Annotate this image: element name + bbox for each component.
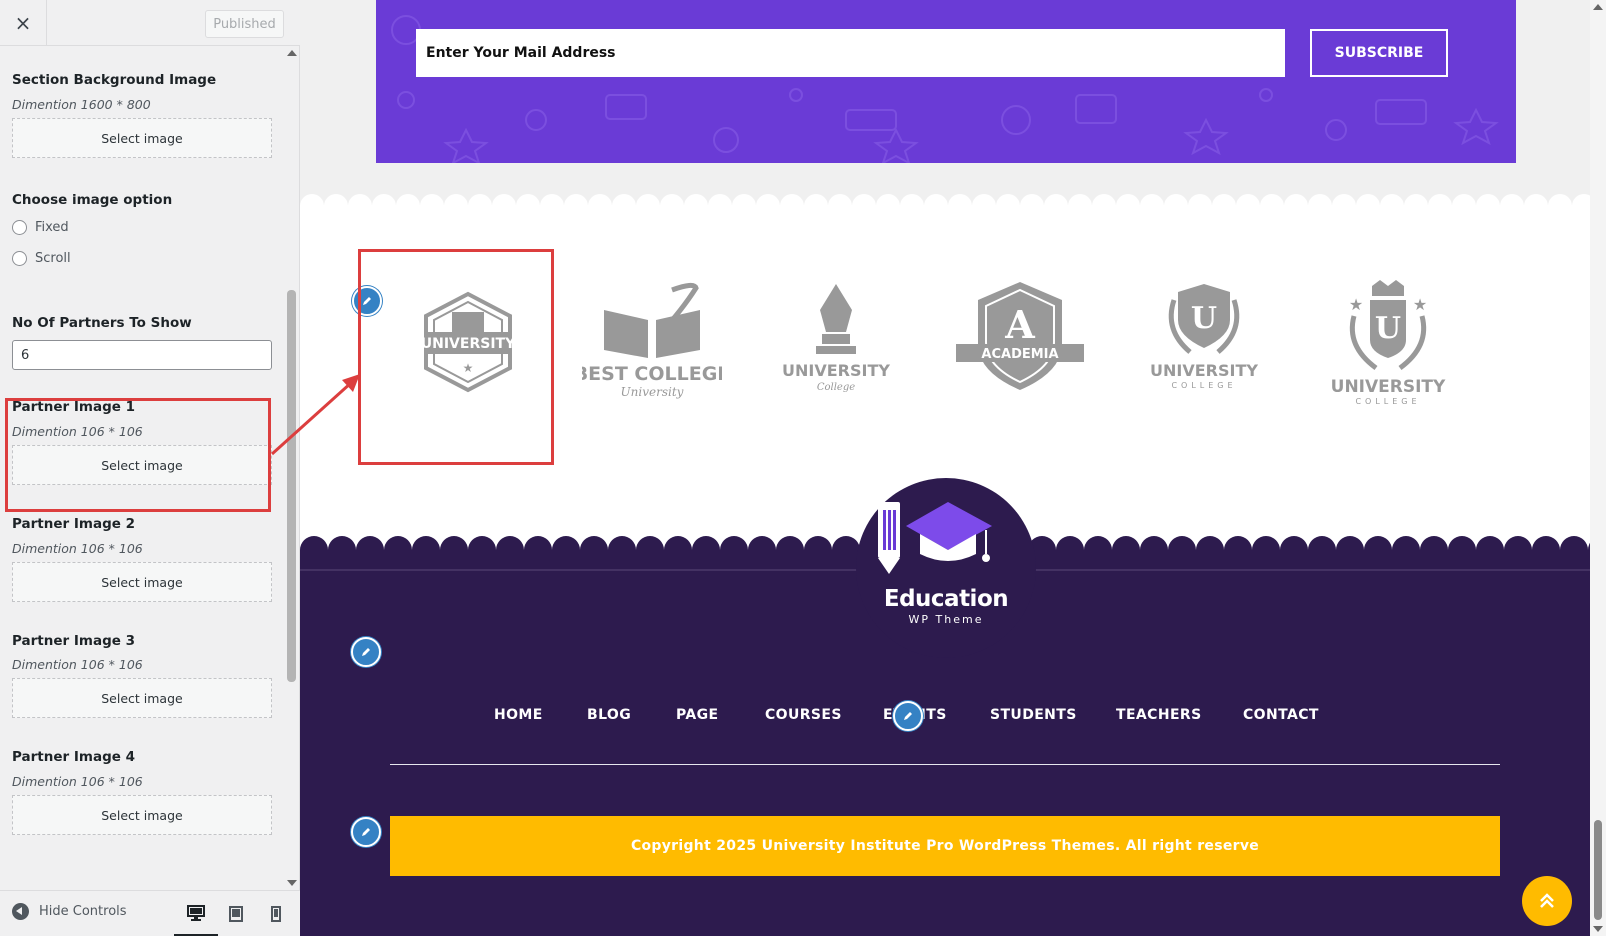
- partners-count-input[interactable]: [12, 340, 272, 370]
- partner-logo-2[interactable]: BEST COLLEGE University: [574, 280, 730, 420]
- radio-circle[interactable]: [12, 220, 27, 235]
- edit-copyright-shortcut[interactable]: [351, 817, 381, 847]
- desktop-preview-button[interactable]: [174, 891, 218, 936]
- scroll-down-arrow-icon[interactable]: [287, 880, 297, 886]
- radio-label: Fixed: [35, 220, 69, 235]
- best-college-book-icon: BEST COLLEGE University: [574, 282, 730, 399]
- svg-text:U: U: [1375, 311, 1401, 346]
- svg-text:A: A: [1004, 302, 1035, 347]
- academia-shield-icon: A ACADEMIA: [956, 282, 1084, 390]
- university-crest-icon: U UNIVERSITY COLLEGE: [1150, 284, 1258, 390]
- sidebar-scrollbar[interactable]: [284, 46, 300, 890]
- newsletter-section: Enter Your Mail Address SUBSCRIBE: [376, 0, 1516, 163]
- scrollbar-thumb[interactable]: [1594, 820, 1602, 920]
- close-customizer-button[interactable]: ×: [0, 0, 47, 46]
- email-input[interactable]: Enter Your Mail Address: [416, 29, 1285, 77]
- partner-logo-4[interactable]: A ACADEMIA: [950, 280, 1090, 420]
- nav-contact[interactable]: CONTACT: [1243, 707, 1319, 723]
- nav-home[interactable]: HOME: [494, 707, 543, 723]
- svg-text:★: ★: [1413, 295, 1427, 314]
- annotation-arrow: [270, 374, 360, 456]
- control-title-partner-4: Partner Image 4: [12, 749, 135, 765]
- footer-nav: HOME BLOG PAGE COURSES EVENTS STUDENTS T…: [300, 707, 1590, 731]
- control-title-partner-3: Partner Image 3: [12, 633, 135, 649]
- scrollbar-thumb[interactable]: [287, 290, 296, 682]
- partner-logo-5[interactable]: U UNIVERSITY COLLEGE: [1134, 280, 1274, 420]
- subscribe-button[interactable]: SUBSCRIBE: [1310, 29, 1448, 77]
- svg-text:U: U: [1191, 301, 1217, 336]
- partner-logo-3[interactable]: UNIVERSITY College: [766, 280, 906, 420]
- mobile-preview-button[interactable]: [254, 891, 298, 936]
- desktop-icon: [187, 904, 205, 921]
- edit-footer-logo-shortcut[interactable]: [351, 637, 381, 667]
- scroll-up-arrow-icon[interactable]: [287, 50, 297, 56]
- tablet-icon: [229, 906, 243, 922]
- edit-footer-menu-shortcut[interactable]: [893, 701, 923, 731]
- partner-logo-6[interactable]: ★ ★ U UNIVERSITY COLLEGE: [1318, 280, 1458, 420]
- partner-2-sub: University: [621, 385, 684, 399]
- control-description: Dimention 1600 * 800: [12, 97, 151, 112]
- radio-label: Scroll: [35, 251, 71, 266]
- radio-circle[interactable]: [12, 251, 27, 266]
- pencil-icon: [904, 712, 912, 720]
- highlight-box-partner-control: [5, 398, 271, 512]
- copyright-bar: Copyright 2025 University Institute Pro …: [390, 816, 1500, 876]
- graduation-cap-logo-icon: [878, 502, 992, 574]
- control-title-image-option: Choose image option: [12, 192, 173, 208]
- close-icon: ×: [14, 11, 32, 35]
- radio-fixed[interactable]: Fixed: [12, 220, 69, 235]
- double-chevron-up-icon: [1540, 893, 1554, 908]
- partner-6-name: UNIVERSITY: [1331, 377, 1446, 397]
- nav-students[interactable]: STUDENTS: [990, 707, 1077, 723]
- collapse-arrow-icon: [12, 903, 29, 920]
- mobile-icon: [271, 906, 281, 922]
- select-image-button-partner-4[interactable]: Select image: [12, 795, 272, 835]
- hide-controls-label: Hide Controls: [39, 904, 127, 919]
- control-description: Dimention 106 * 106: [12, 657, 143, 672]
- tablet-preview-button[interactable]: [214, 891, 258, 936]
- pencil-icon: [362, 648, 370, 656]
- newsletter-pattern-decoration: [391, 15, 1499, 163]
- partner-5-sub: COLLEGE: [1171, 381, 1236, 390]
- svg-text:★: ★: [1349, 295, 1363, 314]
- preview-scrollbar[interactable]: [1590, 0, 1606, 936]
- select-image-button-background[interactable]: Select image: [12, 118, 272, 158]
- customizer-header: × Published: [0, 0, 300, 46]
- nav-teachers[interactable]: TEACHERS: [1116, 707, 1202, 723]
- nav-courses[interactable]: COURSES: [765, 707, 842, 723]
- scroll-down-arrow-icon[interactable]: [1593, 926, 1603, 932]
- radio-scroll[interactable]: Scroll: [12, 251, 71, 266]
- select-image-button-partner-2[interactable]: Select image: [12, 562, 272, 602]
- partner-3-sub: College: [817, 382, 855, 393]
- published-button[interactable]: Published: [205, 10, 284, 38]
- footer-logo-subtitle: WP Theme: [908, 613, 984, 626]
- partner-4-name: ACADEMIA: [981, 347, 1058, 362]
- control-description: Dimention 106 * 106: [12, 541, 143, 556]
- university-crown-icon: ★ ★ U UNIVERSITY COLLEGE: [1331, 280, 1446, 406]
- select-image-button-partner-3[interactable]: Select image: [12, 678, 272, 718]
- partner-5-name: UNIVERSITY: [1150, 361, 1258, 380]
- scroll-up-arrow-icon[interactable]: [1593, 4, 1603, 10]
- customizer-sidebar: × Published Section Background Image Dim…: [0, 0, 300, 936]
- control-title-section-background: Section Background Image: [12, 72, 217, 88]
- partner-6-sub: COLLEGE: [1355, 397, 1420, 406]
- hide-controls-button[interactable]: Hide Controls: [12, 903, 127, 920]
- pencil-icon: [362, 828, 370, 836]
- highlight-box-partner-preview: [358, 249, 554, 465]
- footer-logo-title: Education: [883, 586, 1009, 612]
- nav-blog[interactable]: BLOG: [587, 707, 631, 723]
- pen-nib-icon: UNIVERSITY College: [782, 284, 890, 393]
- control-title-partners-count: No Of Partners To Show: [12, 315, 192, 331]
- nav-page[interactable]: PAGE: [676, 707, 718, 723]
- back-to-top-button[interactable]: [1522, 876, 1572, 926]
- scallop-divider-top: [300, 194, 1590, 216]
- customizer-footer: Hide Controls: [0, 890, 300, 936]
- control-description: Dimention 106 * 106: [12, 774, 143, 789]
- control-title-partner-2: Partner Image 2: [12, 516, 135, 532]
- site-preview: Enter Your Mail Address SUBSCRIBE UNIVER…: [300, 0, 1606, 936]
- footer-divider: [390, 764, 1500, 765]
- partner-2-name: BEST COLLEGE: [582, 363, 722, 385]
- partner-3-name: UNIVERSITY: [782, 361, 890, 380]
